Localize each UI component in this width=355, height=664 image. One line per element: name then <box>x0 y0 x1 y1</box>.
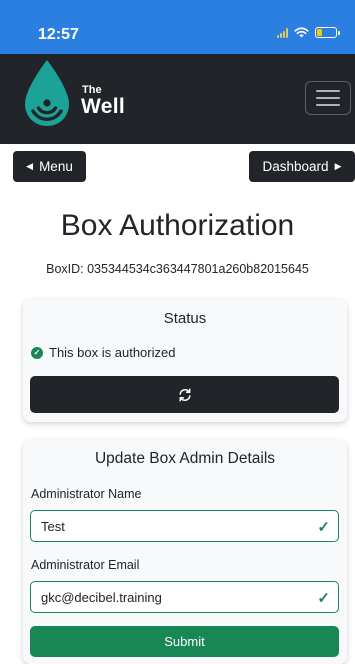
authorized-text: This box is authorized <box>49 345 176 360</box>
water-drop-wifi-icon[interactable] <box>19 58 75 128</box>
status-card-title: Status <box>163 310 207 327</box>
admin-name-field[interactable]: Test ✓ <box>30 510 339 542</box>
cellular-signal-icon <box>277 27 288 38</box>
update-admin-card: Update Box Admin Details Administrator N… <box>23 440 347 664</box>
authorized-status: ✓ This box is authorized <box>31 345 175 360</box>
page-title: Box Authorization <box>60 209 295 242</box>
wifi-icon <box>294 27 309 38</box>
dashboard-button-label: Dashboard <box>262 159 329 174</box>
check-circle-icon: ✓ <box>31 346 43 359</box>
menu-button-label: Menu <box>39 159 73 174</box>
valid-check-icon: ✓ <box>317 519 330 536</box>
dashboard-button[interactable]: Dashboard ▶ <box>249 151 355 182</box>
admin-email-value: gkc@decibel.training <box>41 589 162 605</box>
refresh-button[interactable] <box>30 376 339 413</box>
admin-email-label: Administrator Email <box>31 558 140 572</box>
status-bar: 12:57 <box>0 0 355 54</box>
update-card-title: Update Box Admin Details <box>94 450 276 467</box>
refresh-icon <box>178 388 191 401</box>
brand-name[interactable]: Well <box>81 95 125 119</box>
status-time: 12:57 <box>38 26 79 43</box>
admin-name-label: Administrator Name <box>31 487 142 501</box>
hamburger-menu-icon[interactable] <box>305 81 351 115</box>
admin-name-value: Test <box>41 518 65 534</box>
navbar: The Well <box>0 54 355 144</box>
status-icons <box>277 27 340 38</box>
valid-check-icon: ✓ <box>317 590 330 607</box>
status-card: Status ✓ This box is authorized <box>23 299 347 422</box>
menu-button[interactable]: ◀ Menu <box>13 151 86 182</box>
caret-right-icon: ▶ <box>334 161 342 171</box>
admin-email-field[interactable]: gkc@decibel.training ✓ <box>30 581 339 613</box>
battery-low-icon <box>315 27 340 38</box>
box-id: BoxID: 035344534c363447801a260b82015645 <box>46 262 309 276</box>
submit-button[interactable]: Submit <box>30 626 339 657</box>
caret-left-icon: ◀ <box>26 161 34 171</box>
